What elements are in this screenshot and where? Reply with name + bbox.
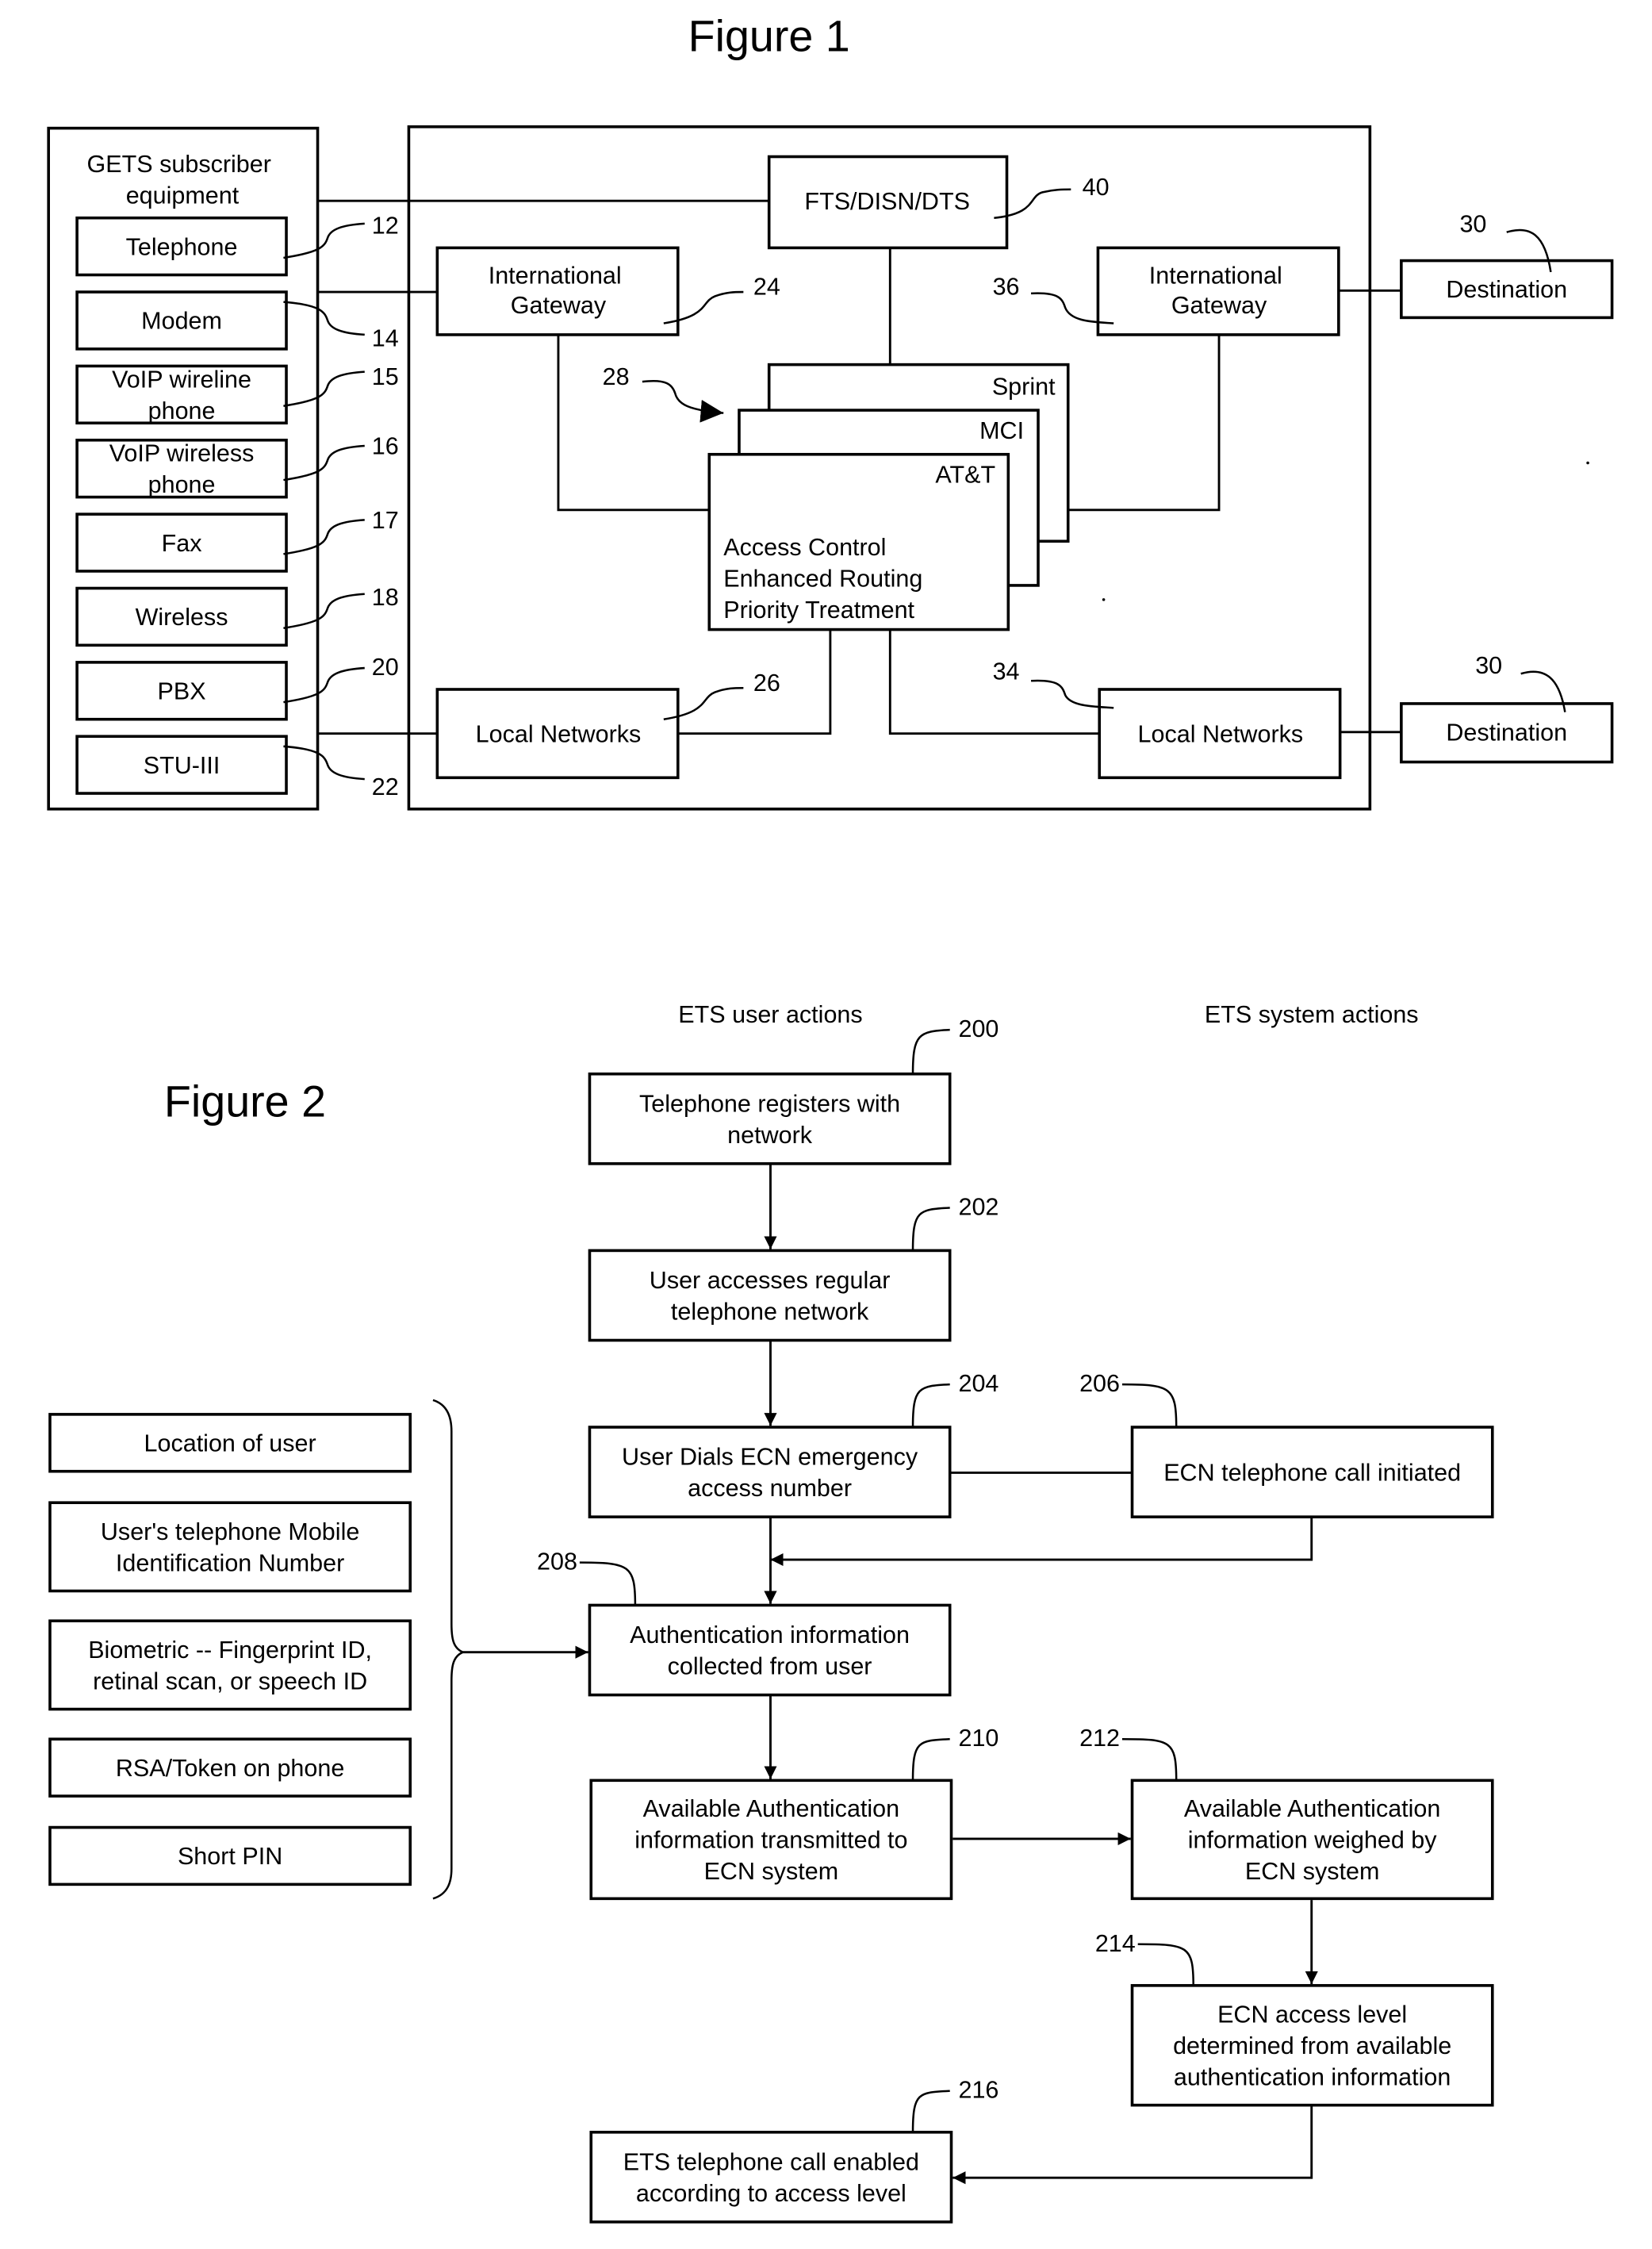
auth-source-short-pin: Short PIN	[48, 1825, 412, 1886]
flow-step-208: Authentication information collected from…	[588, 1603, 952, 1697]
figure-2: Figure 2 ETS user actions ETS system act…	[48, 1001, 1494, 2224]
destination-bottom-label: Destination	[1446, 720, 1567, 746]
column-header-user-actions: ETS user actions	[678, 1001, 862, 1028]
flow-step-200: Telephone registers with network	[588, 1072, 952, 1165]
gets-item-stu-iii: STU-III	[75, 735, 288, 795]
auth-sources: Location of user User's telephone Mobile I…	[48, 1413, 412, 1886]
ref-28: 28	[603, 363, 630, 390]
brace-auth-sources	[432, 1399, 466, 1900]
gets-item-pbx: PBX	[75, 661, 288, 721]
ref-leader-202	[911, 1207, 950, 1251]
scan-speck	[1102, 598, 1106, 601]
ref-206: 206	[1079, 1370, 1120, 1397]
flow-step-214: ECN access level determined from availabl…	[1130, 1984, 1494, 2107]
ref-26: 26	[753, 670, 780, 697]
ref-208: 208	[537, 1549, 577, 1575]
ref-12: 12	[372, 212, 399, 239]
ref-leader-200	[911, 1028, 950, 1074]
ref-leader-204	[911, 1383, 950, 1428]
ref-14: 14	[372, 324, 399, 351]
gets-item-voip-wireless-phone: VoIP wireless phone	[75, 438, 288, 499]
gets-item-wireless-label: Wireless	[136, 604, 228, 631]
ref-34: 34	[993, 658, 1020, 685]
ref-leader-212	[1121, 1737, 1178, 1781]
gets-item-wireless: Wireless	[75, 586, 288, 647]
column-header-system-actions: ETS system actions	[1205, 1001, 1419, 1028]
patent-figures-canvas: Figure 1 GETS subscriber equipment Telep…	[47, 12, 1614, 2224]
local-networks-right-label: Local Networks	[1138, 720, 1304, 747]
ref-202: 202	[958, 1194, 998, 1221]
ref-16: 16	[372, 433, 399, 460]
ref-30-top: 30	[1459, 211, 1486, 238]
flow-step-204-box	[588, 1426, 952, 1518]
auth-source-user-s-telephone-mobile-box	[48, 1501, 412, 1593]
ref-214: 214	[1095, 1930, 1136, 1957]
ref-18: 18	[372, 584, 399, 611]
auth-source-rsa-token-on-phone: RSA/Token on phone	[48, 1737, 412, 1798]
ref-212: 212	[1079, 1725, 1120, 1752]
ref-36: 36	[993, 274, 1020, 301]
flow-step-216-box	[589, 2130, 953, 2224]
auth-source-rsa-token-on-phone-label: RSA/Token on phone	[116, 1755, 344, 1782]
flow-step-210: Available Authentication information tran…	[589, 1779, 953, 1901]
gets-item-modem-label: Modem	[141, 308, 222, 335]
gets-item-pbx-label: PBX	[158, 678, 206, 705]
gets-item-modem: Modem	[75, 290, 288, 351]
ref-210: 210	[958, 1725, 998, 1752]
scan-speck	[1586, 461, 1589, 465]
gets-item-telephone: Telephone	[75, 216, 288, 277]
ref-30-bottom: 30	[1475, 652, 1502, 679]
ref-leader-214	[1137, 1943, 1194, 1986]
flow-step-204: User Dials ECN emergency access number	[588, 1426, 952, 1518]
destination-top-label: Destination	[1446, 276, 1567, 303]
ref-leader-206	[1121, 1383, 1178, 1428]
flow-step-200-box	[588, 1072, 952, 1165]
ref-leader-216	[911, 2090, 950, 2132]
gets-item-voip-wireline-phone: VoIP wireline phone	[75, 364, 288, 425]
local-networks-left-label: Local Networks	[476, 720, 642, 747]
gets-item-telephone-label: Telephone	[126, 233, 238, 260]
ref-15: 15	[372, 363, 399, 390]
gets-item-fax: Fax	[75, 512, 288, 573]
carrier-att: AT&T	[935, 462, 995, 489]
ref-leader-208	[579, 1561, 637, 1606]
auth-source-location-of-user-label: Location of user	[144, 1430, 316, 1457]
figure-1-title: Figure 1	[688, 12, 850, 61]
flow-step-206-label: ECN telephone call initiated	[1163, 1459, 1461, 1486]
figure-1: Figure 1 GETS subscriber equipment Telep…	[47, 12, 1614, 811]
figure-2-title: Figure 2	[164, 1077, 326, 1126]
flow-step-206: ECN telephone call initiated	[1130, 1426, 1494, 1518]
flow-step-208-box	[588, 1603, 952, 1697]
flow-step-202-box	[588, 1249, 952, 1342]
ref-216: 216	[958, 2077, 998, 2104]
ref-40: 40	[1083, 174, 1110, 201]
auth-source-biometric-fingerprint-id-box	[48, 1619, 412, 1711]
gets-item-stu-iii-label: STU-III	[144, 752, 220, 779]
ref-24: 24	[753, 274, 780, 301]
ref-leader-210	[911, 1737, 950, 1781]
fts-label: FTS/DISN/DTS	[804, 188, 970, 215]
ref-200: 200	[958, 1015, 998, 1042]
flow-step-212: Available Authentication information weig…	[1130, 1779, 1494, 1901]
flow-step-216: ETS telephone call enabled according to a…	[589, 2130, 953, 2224]
ref-204: 204	[958, 1370, 998, 1397]
flow-steps: Telephone registers with network 200 User a…	[537, 1015, 1494, 2224]
auth-source-biometric-fingerprint-id: Biometric -- Fingerprint ID, retinal scan…	[48, 1619, 412, 1711]
ref-22: 22	[372, 773, 399, 800]
gets-item-fax-label: Fax	[162, 530, 202, 557]
carrier-sprint: Sprint	[992, 373, 1056, 400]
carrier-mci: MCI	[979, 417, 1024, 444]
auth-source-location-of-user: Location of user	[48, 1413, 412, 1473]
auth-source-short-pin-label: Short PIN	[178, 1843, 282, 1870]
auth-source-user-s-telephone-mobile: User's telephone Mobile Identification Nu…	[48, 1501, 412, 1593]
flow-step-202: User accesses regular telephone network	[588, 1249, 952, 1342]
ref-17: 17	[372, 507, 399, 534]
ref-20: 20	[372, 654, 399, 681]
